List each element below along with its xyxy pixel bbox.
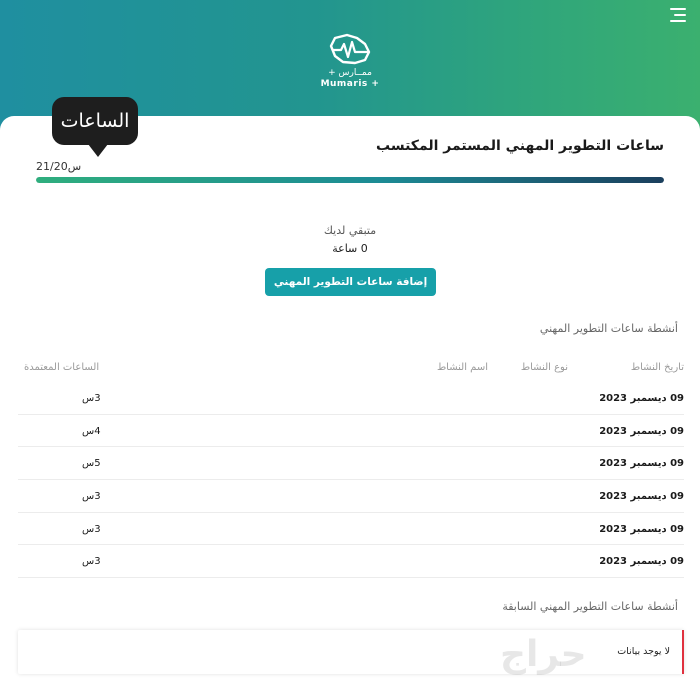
row-date: 09 ديسمبر 2023 — [599, 425, 684, 437]
row-date: 09 ديسمبر 2023 — [599, 491, 684, 503]
menu-line — [670, 8, 686, 10]
menu-line — [674, 14, 686, 16]
column-header-hours: الساعات المعتمدة — [24, 362, 100, 373]
remaining-label: متبقي لديك — [323, 224, 377, 237]
previous-activities-heading: أنشطة ساعات التطوير المهني السابقة — [502, 600, 678, 613]
mumaris-logo: + ممــارس Mumaris + — [310, 32, 390, 102]
table-row[interactable]: 09 ديسمبر 2023 3س — [18, 513, 684, 546]
row-date: 09 ديسمبر 2023 — [599, 458, 684, 470]
row-hours: 4س — [82, 425, 101, 437]
menu-line — [670, 20, 686, 22]
activities-table-header: تاريخ النشاط نوع النشاط اسم النشاط الساع… — [18, 362, 684, 378]
row-hours: 3س — [82, 491, 101, 503]
row-hours: 5س — [82, 458, 101, 470]
progress-bar — [36, 177, 664, 183]
cpd-title: ساعات التطوير المهني المستمر المكتسب — [376, 138, 664, 154]
row-hours: 3س — [82, 393, 101, 404]
table-row[interactable]: 09 ديسمبر 2023 4س — [18, 415, 684, 448]
hamburger-menu-icon[interactable] — [666, 6, 686, 24]
empty-state-accent — [682, 630, 684, 674]
column-header-type: نوع النشاط — [520, 362, 568, 373]
empty-state-message: لا يوجد بيانات — [617, 646, 670, 657]
table-row[interactable]: 09 ديسمبر 2023 3س — [18, 382, 684, 415]
column-header-name: اسم النشاط — [436, 362, 488, 373]
table-row[interactable]: 09 ديسمبر 2023 3س — [18, 545, 684, 579]
row-date: 09 ديسمبر 2023 — [599, 556, 684, 568]
progress-fill — [36, 177, 664, 183]
table-row[interactable]: 09 ديسمبر 2023 5س — [18, 447, 684, 481]
row-date: 09 ديسمبر 2023 — [599, 393, 684, 404]
column-header-date: تاريخ النشاط — [630, 362, 684, 373]
hours-speech-bubble: الساعات — [52, 97, 138, 157]
row-hours: 3س — [82, 556, 101, 568]
remaining-value: 0 ساعة — [332, 242, 368, 255]
map-heartbeat-icon — [329, 33, 371, 65]
add-cpd-hours-button[interactable]: إضافة ساعات التطوير المهني — [265, 268, 436, 296]
watermark-logo: حراج — [500, 634, 587, 675]
activities-table: 09 ديسمبر 2023 3س 09 ديسمبر 2023 4س 09 د… — [18, 382, 684, 579]
row-hours: 3س — [82, 523, 101, 535]
logo-english-text: Mumaris + — [320, 79, 380, 89]
table-row[interactable]: 09 ديسمبر 2023 3س — [18, 480, 684, 513]
progress-text: 21/20س — [36, 160, 82, 173]
logo-arabic-text: + ممــارس — [328, 68, 372, 78]
row-date: 09 ديسمبر 2023 — [599, 523, 684, 535]
activities-heading: أنشطة ساعات التطوير المهني — [539, 322, 678, 335]
